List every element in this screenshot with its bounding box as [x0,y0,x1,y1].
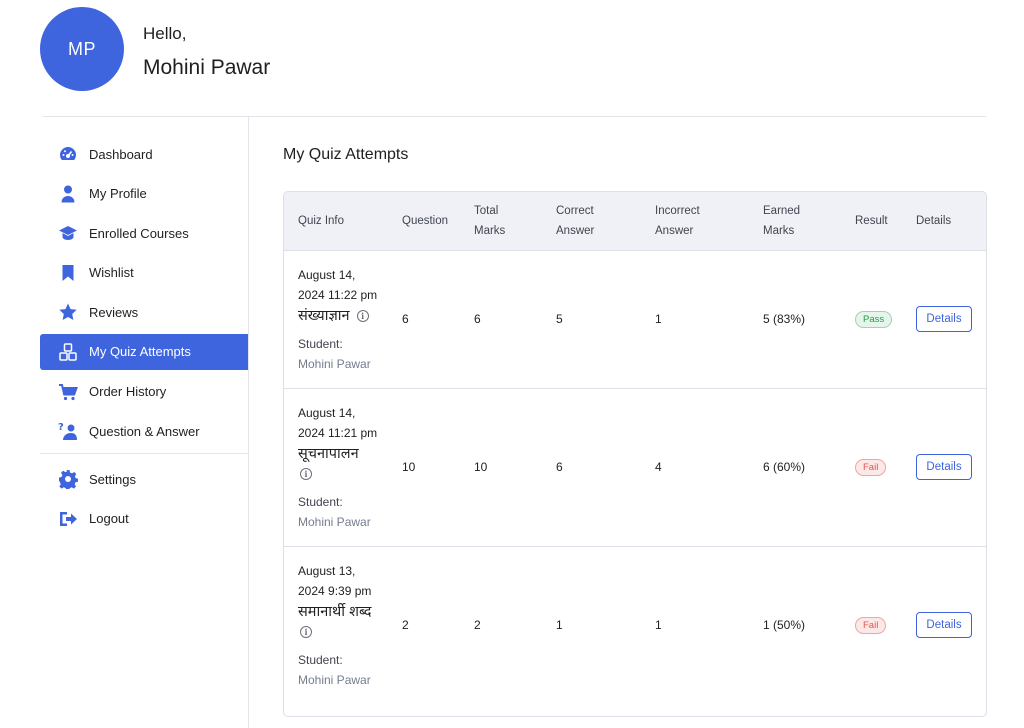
table-header-row: Quiz Info Question Total Marks Correct Ans… [284,192,986,250]
sidebar-item-label: Question & Answer [89,423,200,439]
correct-answers: 6 [542,387,641,546]
student-label: Student: [298,494,343,509]
user-name: Mohini Pawar [143,56,271,79]
total-marks: 10 [460,387,542,546]
sidebar-item-label: Settings [89,471,136,487]
sidebar-item-label: Reviews [89,304,139,320]
question-count: 2 [388,545,460,704]
table-row: August 14, 2024 11:22 pm संख्याज्ञान i St… [284,249,986,388]
cart-icon [58,382,78,402]
incorrect-answers: 1 [641,249,749,388]
sidebar-item-label: Order History [89,384,167,400]
svg-text:?: ? [58,422,64,433]
question-count: 10 [388,387,460,546]
question-count: 6 [388,249,460,388]
header-earned-marks: Earned Marks [763,204,801,237]
header-question: Question [402,214,449,227]
question-answer-icon: ? [58,421,78,441]
total-marks: 2 [460,545,542,704]
gear-icon [58,469,78,490]
quiz-info-cell: August 14, 2024 11:21 pm सूचनापालन i Stude… [284,387,388,546]
attempt-date: August 14, 2024 11:21 pm [298,405,378,440]
earned-marks: 5 (83%) [749,249,841,388]
details-cell: Details [902,387,986,546]
sidebar-item-logout[interactable]: Logout [40,501,248,537]
incorrect-answers: 1 [641,545,749,704]
earned-marks: 6 (60%) [749,387,841,546]
sidebar-item-wishlist[interactable]: Wishlist [40,255,248,291]
total-marks: 6 [460,249,542,388]
info-icon[interactable]: i [300,625,312,638]
sidebar-item-my-quiz-attempts[interactable]: My Quiz Attempts [40,333,248,370]
info-icon[interactable]: i [356,309,369,322]
sidebar-divider [248,117,249,728]
header-incorrect-answer: Incorrect Answer [655,204,700,237]
sidebar-item-order-history[interactable]: Order History [40,374,248,410]
table-row: August 14, 2024 11:21 pm सूचनापालन i Stude… [284,387,986,546]
student-label: Student: [298,336,343,351]
correct-answers: 1 [542,545,641,704]
header-quiz-info: Quiz Info [298,214,345,227]
details-cell: Details [902,545,986,704]
sidebar-item-label: My Quiz Attempts [89,344,191,360]
header-divider [43,116,986,117]
status-badge: Pass [855,310,893,328]
bookmark-icon [58,263,78,283]
result-cell: Fail [841,545,902,704]
quiz-title: संख्याज्ञान i [298,306,388,326]
logout-icon [58,509,78,529]
student-label: Student: [298,652,343,667]
details-button[interactable]: Details [916,454,972,480]
sidebar-item-enrolled-courses[interactable]: Enrolled Courses [40,215,248,251]
header-details: Details [916,214,952,227]
quiz-attempts-table: Quiz Info Question Total Marks Correct Ans… [283,191,987,717]
status-badge: Fail [855,458,887,476]
sidebar-item-settings[interactable]: Settings [40,461,248,497]
quiz-title: सूचनापालन i [298,445,359,480]
attempt-date: August 13, 2024 9:39 pm [298,563,372,598]
student-name: Mohini Pawar [298,356,371,371]
info-icon[interactable]: i [300,467,312,480]
sidebar-item-label: Dashboard [89,146,153,162]
sidebar-item-dashboard[interactable]: Dashboard [40,136,248,172]
sidebar-separator [40,453,248,455]
header-total-marks: Total Marks [474,204,506,237]
profile-header: MP Hello, Mohini Pawar [40,7,980,91]
quiz-title: समानार्थी शब्द i [298,603,372,638]
star-icon [58,302,78,322]
header-result: Result [855,214,888,227]
graduation-cap-icon [58,223,78,243]
correct-answers: 5 [542,249,641,388]
status-badge: Fail [855,616,887,634]
avatar[interactable]: MP [40,7,124,91]
quiz-blocks-icon [58,342,78,362]
header-correct-answer: Correct Answer [556,204,595,237]
sidebar-item-label: Enrolled Courses [89,225,189,241]
sidebar-item-label: My Profile [89,186,147,202]
sidebar-item-label: Logout [89,511,129,527]
sidebar-item-question-answer[interactable]: ? Question & Answer [40,413,248,449]
sidebar-nav: Dashboard My Profile Enrolled Courses Wi… [40,136,248,540]
student-name: Mohini Pawar [298,514,371,529]
result-cell: Pass [841,249,902,388]
sidebar-item-reviews[interactable]: Reviews [40,294,248,330]
dashboard-gauge-icon [58,144,78,164]
sidebar-item-my-profile[interactable]: My Profile [40,176,248,212]
details-button[interactable]: Details [916,612,972,638]
table-row: August 13, 2024 9:39 pm समानार्थी शब्द i S… [284,545,986,704]
attempt-date: August 14, 2024 11:22 pm [298,267,378,302]
quiz-info-cell: August 13, 2024 9:39 pm समानार्थी शब्द i S… [284,545,388,704]
page-title: My Quiz Attempts [283,146,409,163]
user-icon [58,184,78,204]
result-cell: Fail [841,387,902,546]
details-button[interactable]: Details [916,306,972,332]
sidebar-item-label: Wishlist [89,265,134,281]
earned-marks: 1 (50%) [749,545,841,704]
greeting: Hello, [143,24,187,43]
incorrect-answers: 4 [641,387,749,546]
details-cell: Details [902,249,986,388]
quiz-info-cell: August 14, 2024 11:22 pm संख्याज्ञान i St… [284,249,388,388]
student-name: Mohini Pawar [298,672,371,687]
